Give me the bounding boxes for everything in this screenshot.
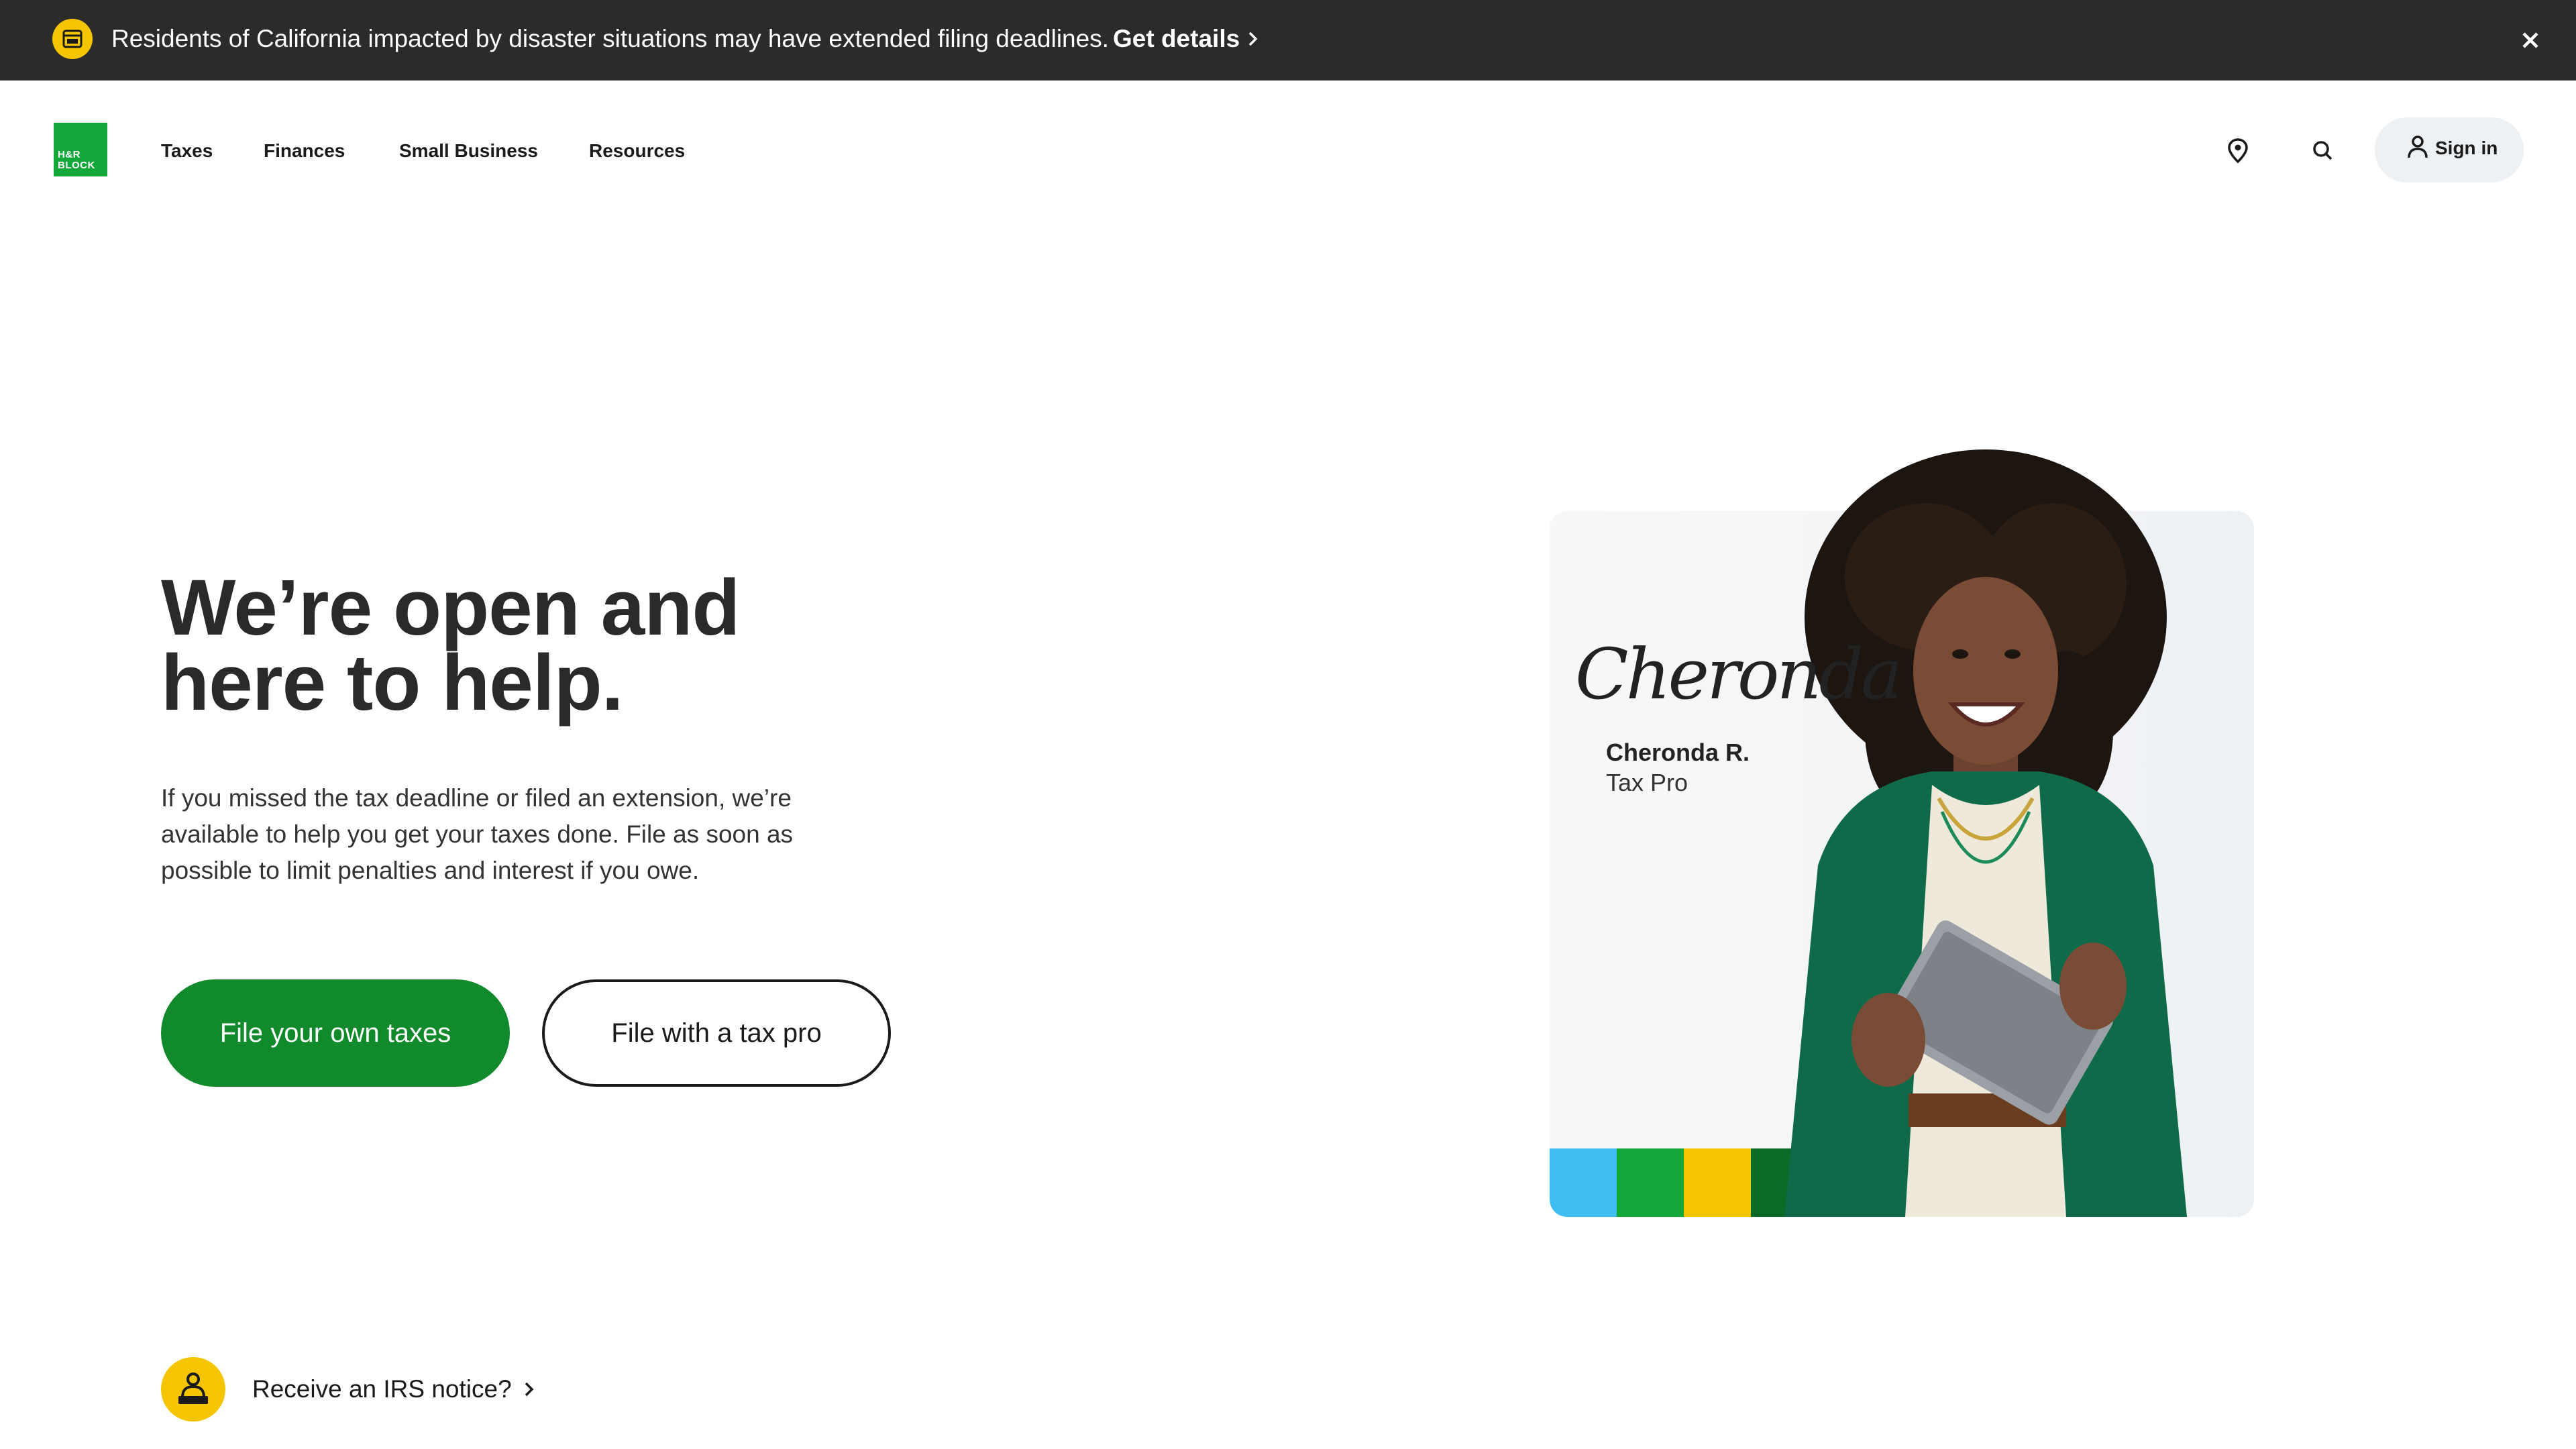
- alert-message-text: Residents of California impacted by disa…: [111, 25, 1109, 52]
- nav-resources[interactable]: Resources: [589, 139, 685, 163]
- tax-pro-name: Cheronda R.: [1606, 739, 1750, 766]
- logo-text: H&R BLOCK: [58, 149, 95, 171]
- get-details-label: Get details: [1113, 25, 1240, 52]
- nav-taxes[interactable]: Taxes: [161, 139, 213, 163]
- location-pin-icon[interactable]: [2222, 134, 2254, 166]
- nav-small-business[interactable]: Small Business: [399, 139, 538, 163]
- chevron-right-icon: [1246, 23, 1260, 57]
- hero-title: We’re open and here to help.: [161, 564, 740, 727]
- file-with-tax-pro-button[interactable]: File with a tax pro: [542, 979, 891, 1087]
- hero-body: If you missed the tax deadline or filed …: [161, 784, 794, 884]
- get-details-link[interactable]: Get details: [1113, 25, 1260, 52]
- chevron-right-icon: [523, 1374, 536, 1407]
- tax-pro-role: Tax Pro: [1606, 769, 1688, 796]
- alert-message: Residents of California impacted by disa…: [111, 22, 1260, 57]
- tax-pro-photo: [1717, 449, 2321, 1217]
- tax-pro-signature: Cheronda: [1575, 633, 1902, 715]
- color-bar-green: [1617, 1148, 1684, 1217]
- search-icon[interactable]: [2306, 134, 2339, 166]
- calendar-icon: [52, 19, 93, 59]
- irs-notice-link[interactable]: Receive an IRS notice?: [252, 1373, 536, 1407]
- alert-banner: Residents of California impacted by disa…: [0, 0, 2576, 80]
- irs-notice-label: Receive an IRS notice?: [252, 1375, 512, 1403]
- sign-in-label: Sign in: [2435, 138, 2498, 158]
- person-at-desk-icon: [161, 1357, 225, 1421]
- close-icon[interactable]: [2514, 24, 2546, 56]
- file-your-own-taxes-button[interactable]: File your own taxes: [161, 979, 510, 1087]
- color-bar-blue: [1550, 1148, 1617, 1217]
- user-icon: [2408, 136, 2428, 158]
- hr-block-logo[interactable]: H&R BLOCK: [54, 123, 107, 176]
- nav-finances[interactable]: Finances: [264, 139, 345, 163]
- sign-in-button[interactable]: Sign in: [2375, 117, 2524, 182]
